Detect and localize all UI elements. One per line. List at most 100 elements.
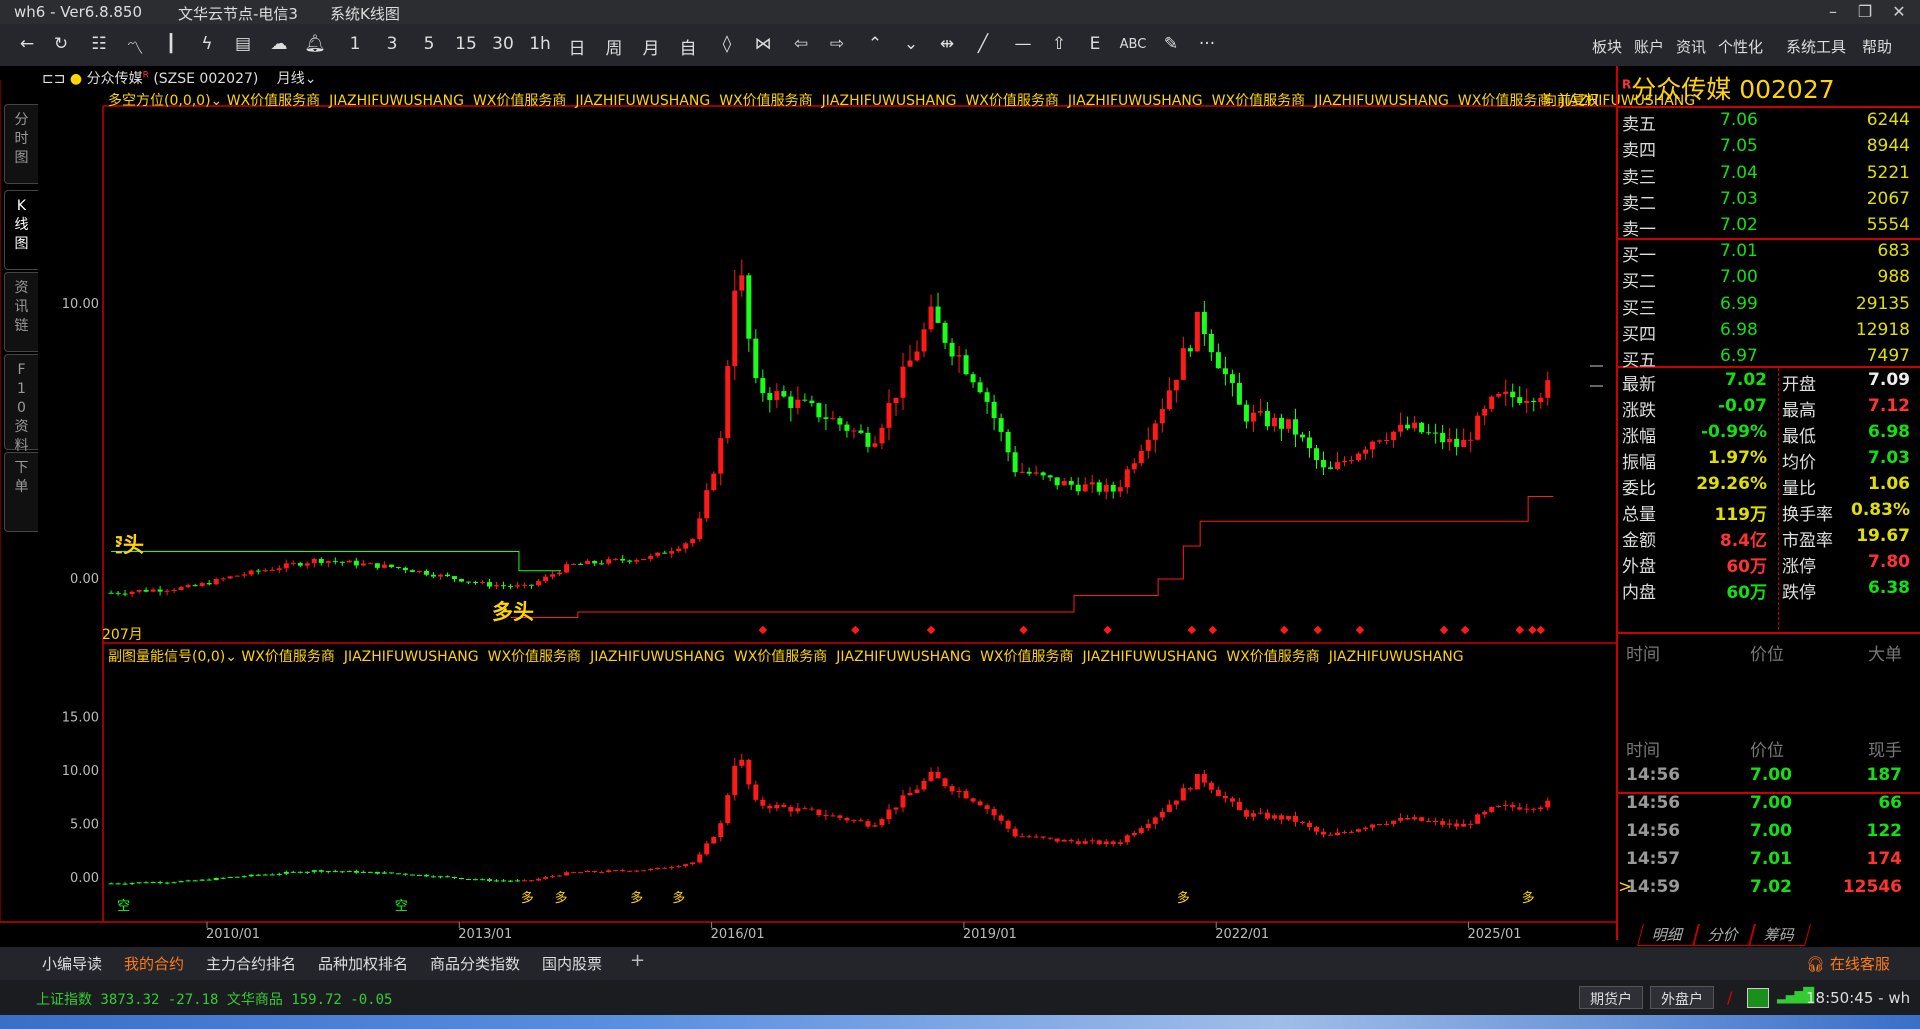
sub-candle-body <box>907 792 913 796</box>
indicator-item: JIAZHIFUWUSHANG <box>329 93 464 109</box>
sub-candle-body <box>290 871 296 873</box>
signal-diamond <box>1515 625 1524 635</box>
bottom-tab[interactable]: 品种加权排名 <box>318 953 408 974</box>
quote-tab[interactable]: 筹码 <box>1749 924 1811 946</box>
candle-body <box>1166 390 1172 410</box>
bid-row[interactable]: 买三 6.99 29135 <box>1622 292 1914 319</box>
menu-item[interactable]: 账户 <box>1634 36 1664 57</box>
bid-row[interactable]: 买四 6.98 12918 <box>1622 318 1914 345</box>
sub-candle-body <box>669 867 675 869</box>
stat-row: 金额 8.4亿 市盈率 19.67 <box>1622 524 1914 551</box>
level-label: 卖五 <box>1622 115 1656 135</box>
sub-candle-body <box>1250 813 1256 817</box>
bid-row[interactable]: 买二 7.00 988 <box>1622 265 1914 292</box>
signal-diamond <box>1528 625 1537 635</box>
candle-body <box>1356 453 1362 461</box>
sub-candle-body <box>318 870 324 872</box>
quote-tab[interactable]: 分价 <box>1693 924 1755 946</box>
sub-candle-body <box>501 880 507 882</box>
candle-body <box>255 570 261 572</box>
sub-candle-body <box>508 880 514 882</box>
sub-tick: 5.00 <box>70 818 99 833</box>
quote-tab[interactable]: 明细 <box>1637 924 1699 946</box>
menu-item[interactable]: 系统工具 <box>1786 36 1846 57</box>
sub-candle-body <box>599 871 605 873</box>
bottom-tab[interactable]: 我的合约 <box>124 953 185 982</box>
sub-candle-body <box>360 871 366 873</box>
menu-item[interactable]: 个性化 <box>1718 36 1763 57</box>
candle-body <box>585 560 591 565</box>
candle-body <box>1503 391 1509 394</box>
time-tick: 2022/01 <box>1215 927 1269 942</box>
candle-body <box>767 393 773 400</box>
bid-row[interactable]: 买一 7.01 683 <box>1622 239 1914 266</box>
candle-body <box>802 399 808 401</box>
candle-body <box>388 564 394 568</box>
sub-candle-body <box>529 880 535 882</box>
add-tab-button[interactable]: + <box>630 950 645 971</box>
bottom-tab[interactable]: 国内股票 <box>542 953 602 974</box>
sub-candle-body <box>557 875 563 877</box>
sub-candle-body <box>830 815 836 817</box>
ask-row[interactable]: 卖五 7.06 6244 <box>1622 108 1914 135</box>
candle-body <box>304 563 310 566</box>
candle-body <box>1012 452 1018 473</box>
sub-candle-body <box>991 809 997 816</box>
sub-candle-body <box>1012 828 1018 837</box>
period-select[interactable]: 月线⌄ <box>277 71 317 87</box>
bid-row[interactable]: 买五 6.97 7497 <box>1622 344 1914 371</box>
bottom-tab[interactable]: 商品分类指数 <box>430 953 520 974</box>
sub-candle-body <box>1117 842 1123 844</box>
stat-value: 7.09 <box>1868 370 1910 390</box>
candle-body <box>1440 432 1446 443</box>
sub-candle-body <box>108 883 114 885</box>
menu-item[interactable]: 资讯 <box>1676 36 1706 57</box>
main-indicator-name[interactable]: 多空方位(0,0,0) <box>108 93 211 109</box>
bottom-tab[interactable]: 主力合约排名 <box>206 953 296 974</box>
sub-candle-body <box>823 815 829 817</box>
sub-candle-body <box>1082 841 1088 844</box>
ask-row[interactable]: 卖二 7.03 2067 <box>1622 187 1914 214</box>
ask-row[interactable]: 卖一 7.02 5554 <box>1622 213 1914 240</box>
candle-body <box>620 558 626 561</box>
sub-candle-body <box>381 872 387 874</box>
os-taskbar <box>0 1015 1920 1029</box>
level-volume: 5554 <box>1866 215 1910 236</box>
kline-chart[interactable]: 10.00 0.00 15.00 10.00 5.00 0.00 2010/01 2013/0… <box>0 0 1616 947</box>
candle-body <box>185 585 191 588</box>
foreign-account-button[interactable]: 外盘户 <box>1650 986 1714 1009</box>
restore-icon[interactable]: ❐ <box>1850 2 1880 21</box>
col-time: 时间 <box>1626 741 1660 761</box>
bull-signal: 多 <box>521 890 534 906</box>
adjust-mode[interactable]: 向前复权 <box>1543 90 1599 110</box>
sub-candle-body <box>641 870 647 872</box>
futures-account-button[interactable]: 期货户 <box>1579 986 1643 1009</box>
candle-body <box>1313 448 1319 461</box>
sub-candle-body <box>1243 810 1249 817</box>
trade-time: 14:56 <box>1626 793 1681 813</box>
sub-candle-body <box>1264 812 1270 819</box>
level-label: 卖四 <box>1622 141 1656 162</box>
link-icon[interactable]: ⊏⊐ <box>42 71 65 87</box>
candle-body <box>1299 434 1305 438</box>
online-service-button[interactable]: 🎧︎ 在线客服 <box>1806 953 1890 974</box>
sub-candle-body <box>353 870 359 873</box>
menu-item[interactable]: 帮助 <box>1862 36 1892 57</box>
candle-body <box>893 397 899 404</box>
candle-body <box>311 558 317 564</box>
candle-body <box>1292 419 1298 435</box>
bottom-tab[interactable]: 小编导读 <box>42 953 102 974</box>
sub-candle-body <box>248 874 254 877</box>
ask-row[interactable]: 卖三 7.04 5221 <box>1622 161 1914 188</box>
candle-body <box>725 366 731 439</box>
candle-body <box>592 560 598 564</box>
ask-row[interactable]: 卖四 7.05 8944 <box>1622 134 1914 162</box>
sub-candle-body <box>1384 823 1390 825</box>
bear-line <box>111 551 561 572</box>
level-price: 7.03 <box>1720 188 1758 209</box>
candle-body <box>704 490 710 519</box>
close-icon[interactable]: ✕ <box>1884 2 1914 21</box>
minimize-icon[interactable]: – <box>1818 2 1848 21</box>
sub-candle-body <box>1531 808 1537 810</box>
sub-indicator-name[interactable]: 副图量能信号(0,0) <box>108 649 225 665</box>
